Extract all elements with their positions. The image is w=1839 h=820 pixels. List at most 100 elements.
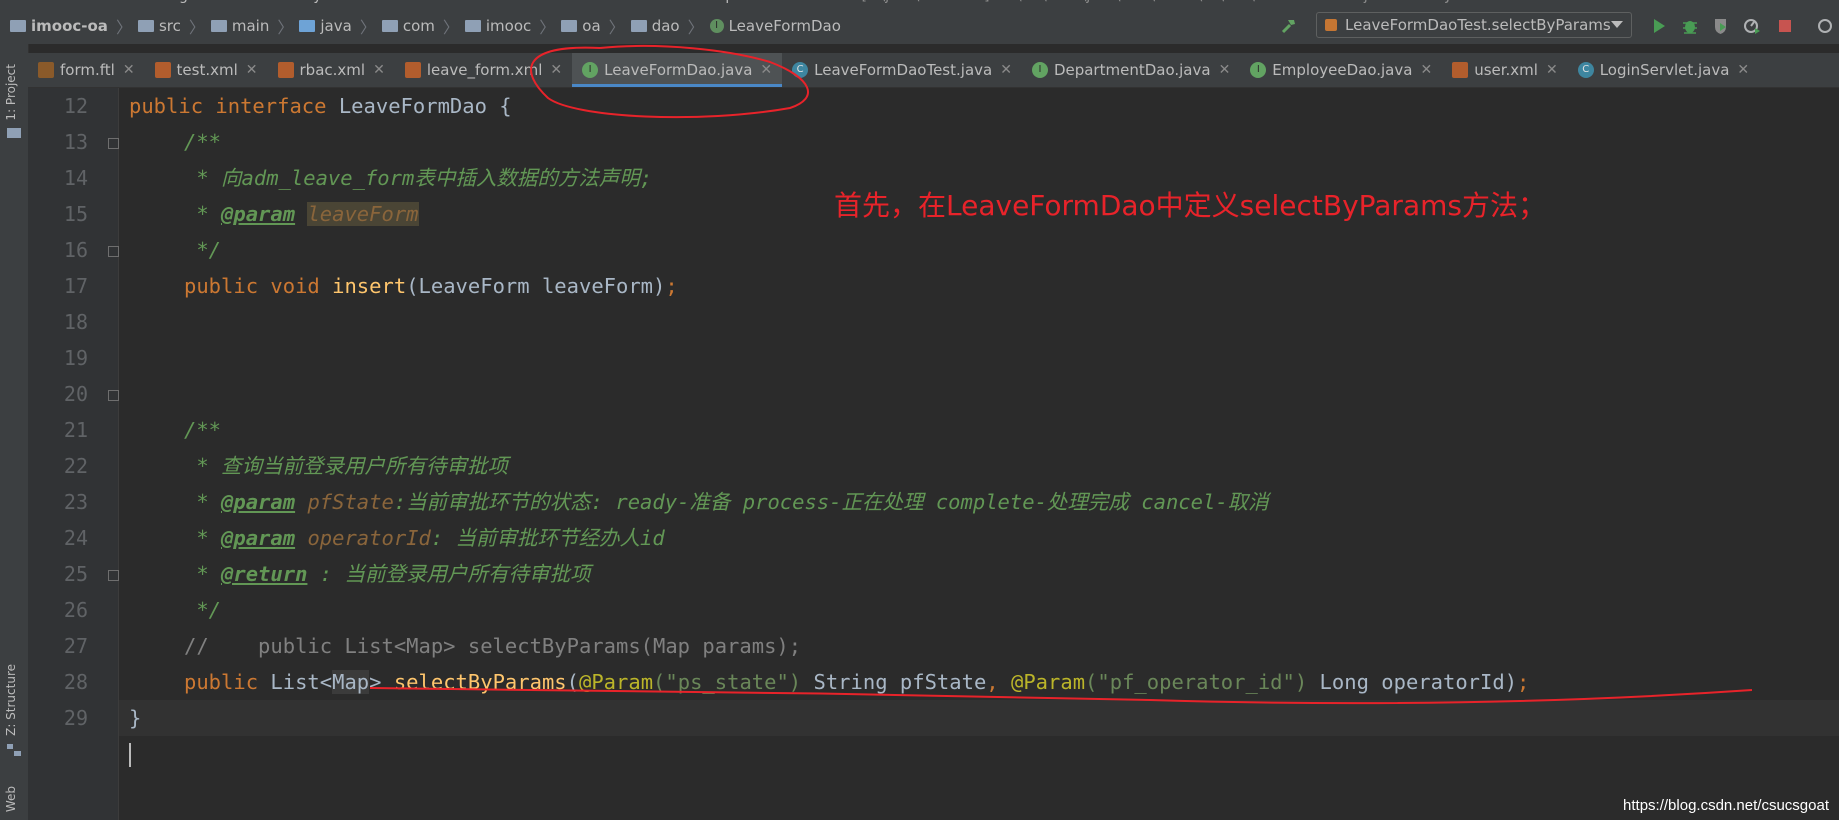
class-icon: C — [792, 62, 809, 78]
project-tool-window-button[interactable]: 1: Project — [4, 64, 18, 121]
close-tab-icon[interactable]: ✕ — [373, 62, 385, 78]
menu-item[interactable]: File — [10, 0, 33, 4]
close-tab-icon[interactable]: ✕ — [760, 62, 772, 78]
build-hammer-icon[interactable] — [1280, 17, 1298, 35]
code-line-20: /** — [184, 418, 222, 442]
xml-file-icon — [404, 62, 421, 78]
code-line-15: * @param leaveForm — [184, 202, 419, 226]
breadcrumb-com[interactable]: com — [381, 17, 435, 35]
close-tab-icon[interactable]: ✕ — [123, 62, 135, 78]
close-tab-icon[interactable]: ✕ — [1000, 62, 1012, 78]
run-icon[interactable] — [1650, 17, 1668, 35]
breadcrumb-separator: 〉 — [608, 18, 625, 37]
line-number: 20 — [63, 382, 88, 406]
tab-test-xml[interactable]: test.xml ✕ — [145, 53, 268, 87]
folder-icon — [210, 20, 227, 32]
xml-file-icon — [1452, 62, 1469, 78]
line-number: 29 — [63, 706, 88, 730]
breadcrumb-java[interactable]: java — [299, 17, 352, 35]
close-tab-icon[interactable]: ✕ — [1546, 62, 1558, 78]
line-number: 17 — [63, 274, 88, 298]
editor-tab-bar: form.ftl ✕ test.xml ✕ rbac.xml ✕ leave_f… — [28, 53, 1839, 88]
code-line-25: */ — [184, 598, 222, 622]
package-icon — [561, 20, 578, 32]
line-number: 27 — [63, 634, 88, 658]
fold-marker-icon[interactable] — [108, 570, 119, 581]
run-configuration-select[interactable]: LeaveFormDaoTest.selectByParams — [1316, 12, 1632, 38]
fold-marker-icon[interactable] — [108, 390, 119, 401]
code-line-22: * @param pfState:当前审批环节的状态: ready-准备 pro… — [184, 490, 1269, 514]
line-number: 24 — [63, 526, 88, 550]
editor-gutter[interactable]: 12 13 14 15 16 17 18 19 20 21 22 23 24 2… — [28, 88, 119, 820]
xml-file-icon — [277, 62, 294, 78]
breadcrumb-project[interactable]: imooc-oa — [10, 17, 108, 35]
project-folder-icon — [10, 20, 26, 32]
tab-employee-dao[interactable]: I EmployeeDao.java ✕ — [1240, 53, 1442, 87]
menu-item[interactable]: Edit — [51, 0, 78, 4]
structure-icon — [7, 744, 21, 756]
fold-marker-icon[interactable] — [108, 138, 119, 149]
breadcrumb-main[interactable]: main — [210, 17, 269, 35]
tab-form-ftl[interactable]: form.ftl ✕ — [28, 53, 145, 87]
close-tab-icon[interactable]: ✕ — [1219, 62, 1231, 78]
breadcrumb-separator: 〉 — [442, 18, 459, 37]
fold-marker-icon[interactable] — [108, 246, 119, 257]
menu-item[interactable]: View — [97, 0, 130, 4]
menu-item[interactable]: VCS — [583, 0, 611, 4]
menu-item[interactable]: Run — [486, 0, 513, 4]
menu-item[interactable]: Build — [432, 0, 467, 4]
close-tab-icon[interactable]: ✕ — [246, 62, 258, 78]
menu-item[interactable]: Navigate — [148, 0, 211, 4]
tab-rbac-xml[interactable]: rbac.xml ✕ — [268, 53, 395, 87]
tab-leave-form-dao-test[interactable]: C LeaveFormDaoTest.java ✕ — [782, 53, 1022, 87]
breadcrumb-separator: 〉 — [188, 18, 205, 37]
close-tab-icon[interactable]: ✕ — [1420, 62, 1432, 78]
breadcrumb-src[interactable]: src — [137, 17, 181, 35]
structure-tool-window-button[interactable]: Z: Structure — [4, 664, 18, 736]
debug-icon[interactable] — [1681, 17, 1699, 35]
settings-icon[interactable] — [1816, 17, 1834, 35]
code-line-17: public void insert(LeaveForm leaveForm); — [184, 274, 678, 298]
profiler-icon[interactable] — [1743, 17, 1761, 35]
stop-icon[interactable] — [1776, 17, 1794, 35]
code-line-28: } — [129, 706, 142, 730]
tab-leave-form-xml[interactable]: leave_form.xml ✕ — [395, 53, 572, 87]
interface-icon: I — [709, 19, 724, 33]
tab-leave-form-dao[interactable]: I LeaveFormDao.java ✕ — [572, 53, 783, 87]
breadcrumb-separator: 〉 — [115, 18, 132, 37]
breadcrumb-oa[interactable]: oa — [561, 17, 601, 35]
menu-item[interactable]: Analyze — [282, 0, 337, 4]
tab-department-dao[interactable]: I DepartmentDao.java ✕ — [1022, 53, 1240, 87]
menu-item[interactable]: Window — [629, 0, 684, 4]
breadcrumb-file[interactable]: I LeaveFormDao — [709, 17, 841, 35]
line-number: 16 — [63, 238, 88, 262]
line-number: 13 — [63, 130, 88, 154]
code-line-12: public interface LeaveFormDao { — [129, 94, 512, 118]
line-number: 22 — [63, 454, 88, 478]
project-folder-icon — [7, 128, 21, 138]
coverage-icon[interactable] — [1712, 17, 1730, 35]
menu-item[interactable]: Refactor — [356, 0, 415, 4]
test-config-icon — [1325, 19, 1337, 31]
breadcrumb-imooc[interactable]: imooc — [464, 17, 531, 35]
class-icon: C — [1577, 62, 1594, 78]
breadcrumb-separator: 〉 — [277, 18, 294, 37]
package-icon — [381, 20, 398, 32]
code-line-16: */ — [184, 238, 222, 262]
tab-user-xml[interactable]: user.xml ✕ — [1442, 53, 1568, 87]
left-tool-strip: 1: Project Z: Structure Web — [0, 44, 29, 820]
breadcrumb-dao[interactable]: dao — [630, 17, 680, 35]
web-tool-window-button[interactable]: Web — [4, 786, 18, 812]
tab-login-servlet[interactable]: C LoginServlet.java ✕ — [1568, 53, 1759, 87]
code-line-24: * @return : 当前登录用户所有待审批项 — [184, 562, 591, 586]
line-number: 15 — [63, 202, 88, 226]
code-line-29 — [129, 736, 131, 772]
line-number: 14 — [63, 166, 88, 190]
menu-item[interactable]: Tools — [530, 0, 565, 4]
code-line-14: * 向adm_leave_form表中插入数据的方法声明; — [184, 166, 653, 190]
menu-item[interactable]: Help — [702, 0, 734, 4]
xml-file-icon — [154, 62, 171, 78]
menu-item[interactable]: Code — [229, 0, 265, 4]
close-tab-icon[interactable]: ✕ — [550, 62, 562, 78]
close-tab-icon[interactable]: ✕ — [1737, 62, 1749, 78]
